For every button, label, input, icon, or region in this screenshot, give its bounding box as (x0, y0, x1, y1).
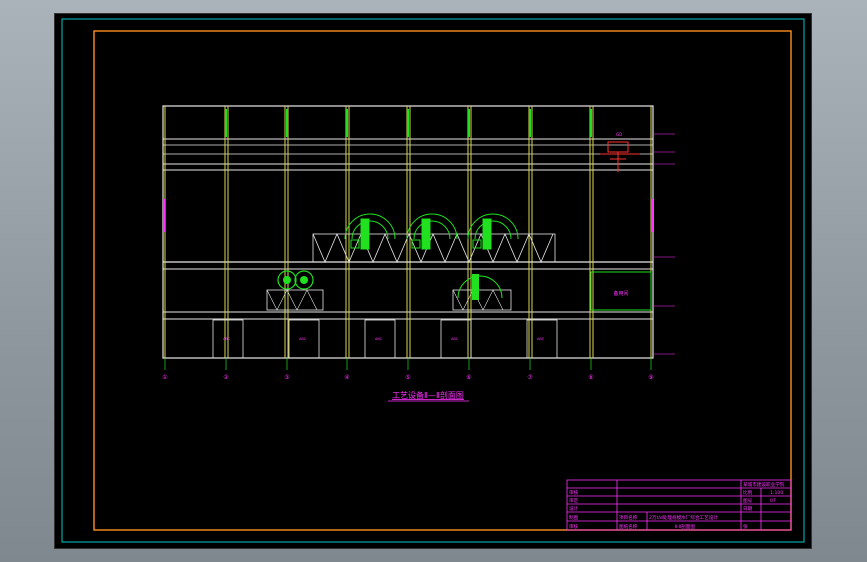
tb-sheet-value: 07 (770, 498, 776, 504)
upper-pumps (344, 213, 519, 250)
drawing-canvas: GD 备用间 ABC ABC ABC ABC ABC ① ② ③ ④ ⑤ ⑥ ⑦… (61, 18, 805, 543)
svg-text:ABC: ABC (451, 337, 459, 341)
crane-hoist: GD (600, 132, 640, 172)
axis-label-2: ② (223, 374, 229, 381)
elevation-marks (653, 133, 675, 355)
axis-label-8: ⑧ (588, 374, 593, 381)
axis-label-7: ⑦ (527, 374, 533, 381)
svg-text:GD: GD (616, 132, 622, 137)
svg-text:ABC: ABC (375, 337, 383, 341)
tb-approver: 审定 (569, 497, 579, 504)
spare-room: 备用间 (590, 271, 652, 311)
tb-scale-value: 1:100 (770, 490, 783, 496)
tb-drawing-label: 图纸名称 (619, 523, 638, 530)
tb-project-value: 2万t/d处理规模水厂综合工艺设计 (649, 514, 718, 521)
drawing-sheet: GD 备用间 ABC ABC ABC ABC ABC ① ② ③ ④ ⑤ ⑥ ⑦… (55, 14, 811, 548)
tb-drawing-value: Ⅱ-Ⅱ剖面图 (675, 523, 695, 530)
axis-label-3: ③ (284, 374, 289, 381)
tb-project-label: 项目名称 (619, 514, 638, 521)
axis-label-9: ⑨ (648, 374, 653, 381)
tb-checker: 审核 (569, 523, 579, 530)
ground-rooms (212, 319, 558, 359)
svg-text:ABC: ABC (299, 337, 307, 341)
tb-date-label: 日期 (743, 506, 753, 512)
tb-sheet-unit: 张 (743, 523, 748, 530)
axis-grid (164, 358, 652, 370)
spare-room-label: 备用间 (613, 290, 628, 297)
tb-designer: 设计 (569, 505, 579, 512)
svg-text:ABC: ABC (537, 337, 545, 341)
tb-review: 审核 (569, 489, 579, 496)
cad-viewport: GD 备用间 ABC ABC ABC ABC ABC ① ② ③ ④ ⑤ ⑥ ⑦… (0, 0, 867, 562)
axis-label-5: ⑤ (405, 374, 410, 381)
svg-text:ABC: ABC (223, 337, 231, 341)
axis-label-6: ⑥ (466, 374, 471, 381)
tb-sheet-label: 图号 (743, 498, 753, 504)
section-title: 工艺设备Ⅱ—Ⅱ剖面图 (392, 390, 464, 400)
lower-equipment-left (266, 270, 324, 311)
lower-equipment-right (452, 274, 512, 311)
axis-label-4: ④ (344, 374, 349, 381)
room-labels: ABC ABC ABC ABC ABC (223, 337, 545, 341)
tb-school: 某城市建设职业学院 (743, 481, 785, 488)
axis-label-1: ① (162, 374, 167, 381)
outer-frame (61, 18, 805, 543)
tb-scale-label: 比例 (743, 489, 753, 496)
tb-drafter: 制图 (569, 514, 579, 521)
